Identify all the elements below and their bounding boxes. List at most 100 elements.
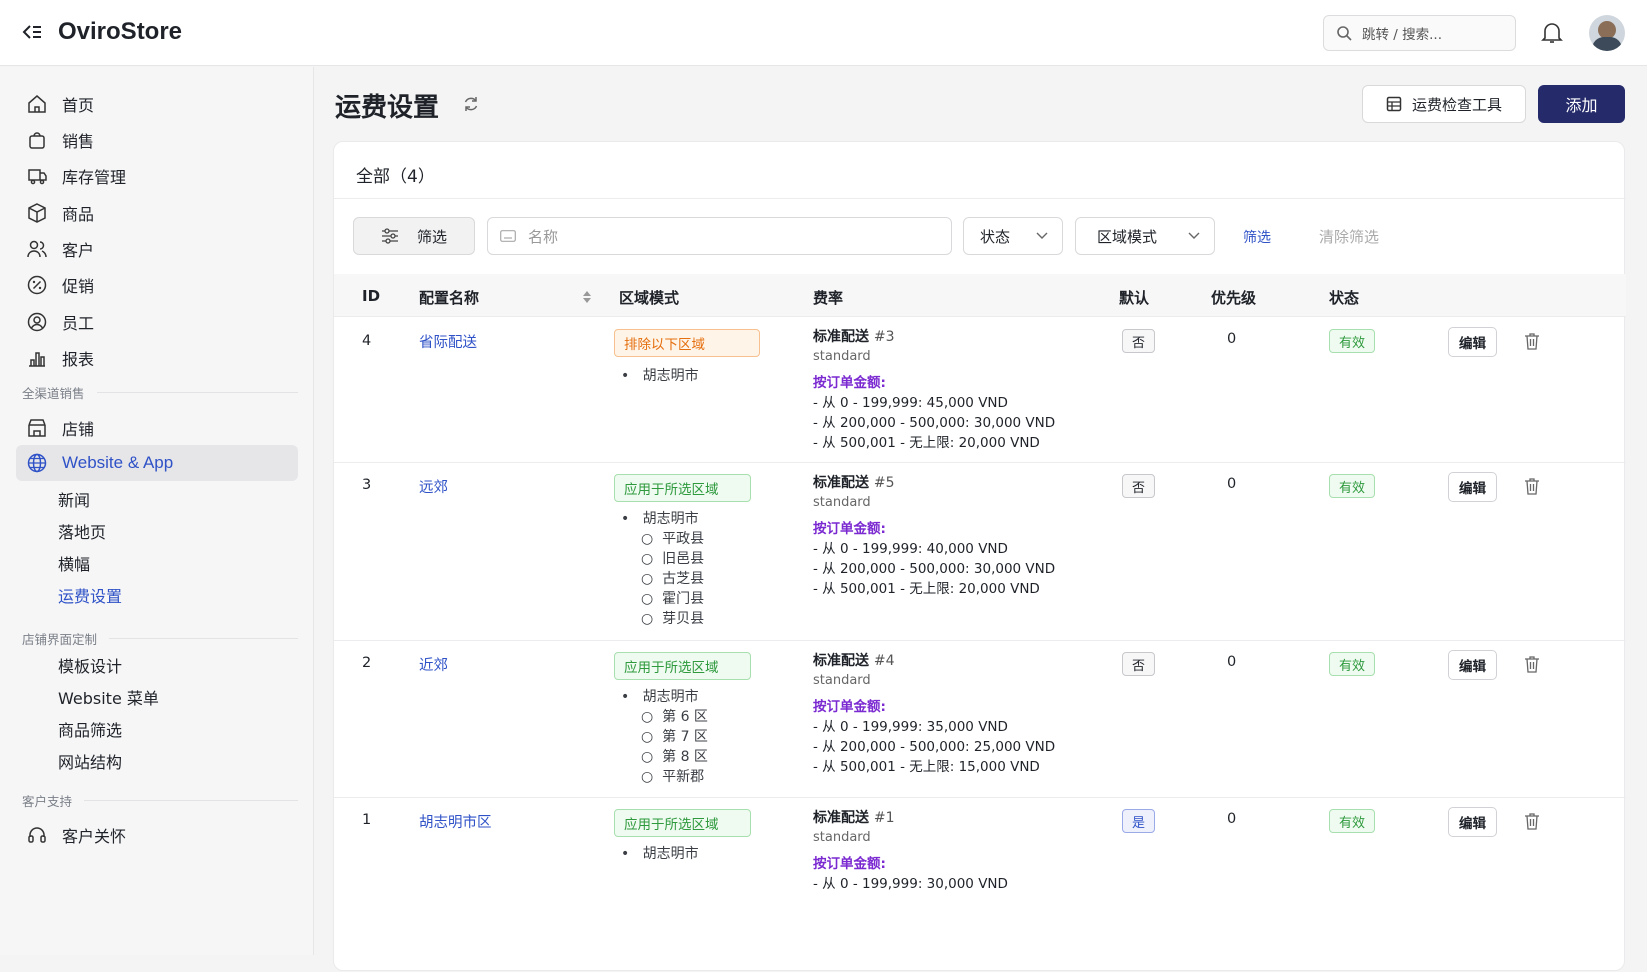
sidebar-item-care[interactable]: 客户关怀 (16, 817, 298, 853)
sidebar-item-sales[interactable]: 销售 (16, 122, 298, 158)
zone-mode-badge: 应用于所选区域 (614, 809, 751, 837)
avatar[interactable] (1589, 15, 1625, 51)
edit-button[interactable]: 编辑 (1448, 472, 1497, 502)
sidebar-sub-filters[interactable]: 商品筛选 (58, 717, 122, 741)
row-id: 4 (362, 333, 372, 349)
sidebar-sub-news[interactable]: 新闻 (58, 487, 90, 511)
collapse-sidebar-icon[interactable] (22, 23, 42, 41)
district-item: ○ 旧邑县 (641, 551, 705, 567)
default-badge: 否 (1122, 652, 1155, 676)
district-item: ○ 第 7 区 (641, 729, 708, 745)
region-list: • 胡志明市 (621, 844, 699, 864)
region-item: • 胡志明市 (621, 368, 699, 384)
sidebar-item-inventory[interactable]: 库存管理 (16, 158, 298, 194)
sliders-icon (381, 228, 398, 244)
bell-icon[interactable] (1541, 21, 1563, 45)
district-item: ○ 平政县 (641, 531, 705, 547)
trash-icon[interactable] (1524, 477, 1540, 495)
col-priority: 优先级 (1211, 289, 1257, 307)
sidebar-sub-template[interactable]: 模板设计 (58, 653, 122, 677)
add-button[interactable]: 添加 (1538, 85, 1625, 123)
sidebar-item-promotions[interactable]: 促销 (16, 267, 298, 303)
status-badge: 有效 (1329, 329, 1376, 353)
table-icon (1386, 96, 1402, 112)
sidebar-item-website-app[interactable]: Website & App (16, 445, 298, 481)
box-icon (28, 203, 46, 223)
trash-icon[interactable] (1524, 332, 1540, 350)
globe-icon (27, 453, 47, 473)
sidebar-item-home[interactable]: 首页 (16, 86, 298, 122)
region-item: • 胡志明市 (621, 846, 699, 862)
sidebar-item-customers[interactable]: 客户 (16, 231, 298, 267)
chevron-down-icon (1036, 232, 1048, 239)
bar-chart-icon (29, 352, 45, 367)
trash-icon[interactable] (1524, 812, 1540, 830)
main-content: 运费设置 运费检查工具 添加 全部（4） 筛选 名称 状态 区域模式 筛选 清除… (315, 67, 1647, 971)
percent-icon (27, 275, 47, 295)
default-badge: 是 (1122, 809, 1155, 833)
sidebar-sub-landing[interactable]: 落地页 (58, 519, 106, 543)
zone-mode-select[interactable]: 区域模式 (1075, 217, 1215, 255)
zone-mode-badge: 应用于所选区域 (614, 474, 751, 502)
refresh-icon[interactable] (462, 95, 480, 113)
district-item: ○ 第 8 区 (641, 749, 708, 765)
headset-icon (28, 827, 46, 843)
sidebar-item-store[interactable]: 店铺 (16, 410, 298, 446)
users-icon (27, 240, 47, 258)
chevron-down-icon (1188, 232, 1200, 239)
table-row: 3 远郊 应用于所选区域 • 胡志明市 ○ 平政县 ○ 旧邑县 ○ 古芝县 ○ … (334, 462, 1626, 640)
sidebar-item-staff[interactable]: 员工 (16, 304, 298, 340)
sidebar-sub-structure[interactable]: 网站结构 (58, 749, 122, 773)
user-circle-icon (27, 312, 47, 332)
row-priority: 0 (1227, 654, 1237, 670)
sidebar-item-products[interactable]: 商品 (16, 195, 298, 231)
name-search-input[interactable]: 名称 (487, 217, 952, 255)
sidebar-sub-menu[interactable]: Website 菜单 (58, 685, 159, 709)
default-badge: 否 (1122, 329, 1155, 353)
rate-block: 标准配送 #3 standard 按订单金额: - 从 0 - 199,999:… (813, 329, 1056, 451)
trash-icon[interactable] (1524, 655, 1540, 673)
zone-mode-label: 区域模式 (1097, 227, 1158, 246)
filter-toggle-button[interactable]: 筛选 (353, 217, 475, 255)
sidebar-item-label: 客户 (62, 241, 95, 260)
row-id: 3 (362, 477, 372, 493)
status-badge: 有效 (1329, 474, 1376, 498)
table-row: 4 省际配送 排除以下区域 • 胡志明市 标准配送 #3 standard 按订… (334, 316, 1626, 462)
sidebar-item-label: 商品 (62, 205, 95, 224)
row-name-link[interactable]: 远郊 (419, 476, 448, 497)
row-priority: 0 (1227, 811, 1237, 827)
sidebar-sub-banner[interactable]: 横幅 (58, 551, 90, 575)
default-badge: 否 (1122, 474, 1155, 498)
sidebar-item-label: 促销 (62, 277, 95, 296)
sidebar-item-label: 库存管理 (62, 168, 127, 187)
sidebar-sub-shipping[interactable]: 运费设置 (58, 583, 122, 607)
row-name-link[interactable]: 省际配送 (419, 331, 477, 352)
tab-all[interactable]: 全部（4） (356, 162, 435, 187)
district-item: ○ 霍门县 (641, 591, 705, 607)
status-select-label: 状态 (980, 227, 1011, 246)
edit-button[interactable]: 编辑 (1448, 327, 1497, 357)
row-name-link[interactable]: 近郊 (419, 654, 448, 675)
sidebar-item-label: Website & App (62, 453, 174, 472)
col-name[interactable]: 配置名称 (419, 287, 479, 308)
search-input[interactable]: 跳转 / 搜索... (1323, 15, 1516, 51)
edit-button[interactable]: 编辑 (1448, 650, 1497, 680)
region-list: • 胡志明市 ○ 第 6 区 ○ 第 7 区 ○ 第 8 区 ○ 平新郡 (621, 687, 708, 787)
sidebar-item-reports[interactable]: 报表 (16, 340, 298, 376)
status-select[interactable]: 状态 (963, 217, 1063, 255)
status-badge: 有效 (1329, 809, 1376, 833)
row-name-link[interactable]: 胡志明市区 (419, 811, 492, 832)
group-storefront: 店铺界面定制 (22, 629, 298, 648)
district-item: ○ 第 6 区 (641, 709, 708, 725)
name-placeholder: 名称 (528, 227, 559, 246)
sidebar-item-label: 员工 (62, 314, 95, 333)
row-id: 2 (362, 655, 372, 671)
edit-button[interactable]: 编辑 (1448, 807, 1497, 837)
shipping-check-tool-button[interactable]: 运费检查工具 (1362, 85, 1526, 123)
clear-filter-link[interactable]: 清除筛选 (1319, 226, 1379, 247)
shipping-card: 全部（4） 筛选 名称 状态 区域模式 筛选 清除筛选 ID 配置名称 区域模式… (333, 141, 1626, 971)
apply-filter-link[interactable]: 筛选 (1243, 227, 1271, 247)
sort-icon[interactable] (582, 290, 592, 304)
col-rate: 费率 (813, 289, 844, 307)
region-list: • 胡志明市 (621, 366, 699, 386)
